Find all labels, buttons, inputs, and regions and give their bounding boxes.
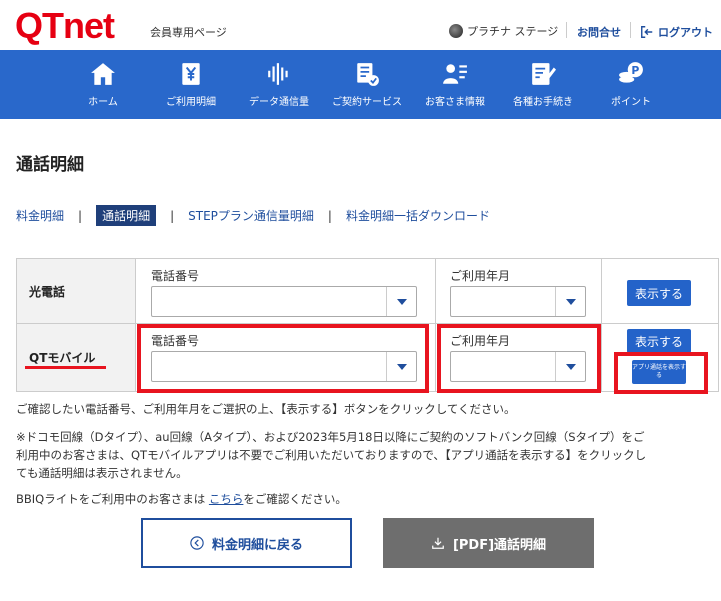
page-title: 通話明細 <box>16 155 84 175</box>
highlight-box <box>137 324 429 393</box>
nav-item-contract[interactable]: ご契約サービス <box>322 50 412 119</box>
stage-label: プラチナ ステージ <box>467 25 559 38</box>
phone-number-select[interactable] <box>151 286 417 317</box>
user-info-icon <box>443 64 467 84</box>
platinum-stage-icon <box>449 24 463 38</box>
phone-number-label: 電話番号 <box>151 269 200 283</box>
pdf-call-details-button[interactable]: [PDF]通話明細 <box>383 518 594 568</box>
stage-badge: プラチナ ステージ <box>449 23 558 39</box>
tab-separator: | <box>327 208 332 223</box>
bbiq-note: BBIQライトをご利用中のお客さまは こちらをご確認ください。 <box>16 490 347 508</box>
chevron-down-icon <box>396 298 407 305</box>
nav-item-label: 各種お手続き <box>513 97 573 108</box>
row-label-qt-mobile: QTモバイル <box>17 324 135 391</box>
table-row: 光電話 電話番号 ご利用年月 表示する <box>16 258 719 324</box>
dropdown-arrow <box>555 287 585 316</box>
usage-month-label: ご利用年月 <box>450 269 511 283</box>
sub-tabs: 料金明細 | 通話明細 | STEPプラン通信量明細 | 料金明細一括ダウンロー… <box>16 205 490 226</box>
nav-item-label: ご利用明細 <box>166 97 216 108</box>
nav-item-billing[interactable]: ご利用明細 <box>146 50 236 119</box>
tab-separator: | <box>170 208 175 223</box>
tab-call-details[interactable]: 通話明細 <box>96 205 157 226</box>
bbiq-prefix: BBIQライトをご利用中のお客さまは <box>16 492 206 506</box>
qtnet-logo[interactable]: QTnet <box>15 8 115 44</box>
tab-billing-details[interactable]: 料金明細 <box>16 207 64 224</box>
highlight-box <box>437 324 601 393</box>
nav-item-home[interactable]: ホーム <box>58 50 148 119</box>
nav-item-label: データ通信量 <box>249 97 309 108</box>
top-header: QTnet 会員専用ページ プラチナ ステージ お問合せ ログアウト <box>0 0 721 50</box>
header-divider <box>630 22 631 38</box>
logout-label: ログアウト <box>658 26 713 39</box>
instruction-text: ご確認したい電話番号、ご利用年月をご選択の上、【表示する】ボタンをクリックしてく… <box>16 402 516 416</box>
nav-item-label: お客さま情報 <box>425 97 485 108</box>
nav-item-data-usage[interactable]: データ通信量 <box>234 50 324 119</box>
note-line: 利用中のお客さまは、QTモバイルアプリは不要でご利用いただいておりますので、【ア… <box>16 448 647 462</box>
bbiq-suffix: をご確認ください。 <box>243 492 347 506</box>
note-line: ※ドコモ回線（Dタイプ）、au回線（Aタイプ）、および2023年5月18日以降に… <box>16 430 645 444</box>
tab-step-plan-usage[interactable]: STEPプラン通信量明細 <box>188 207 314 224</box>
show-button[interactable]: 表示する <box>627 280 691 306</box>
yen-document-icon <box>182 63 200 85</box>
show-button[interactable]: 表示する <box>627 329 691 353</box>
phone-number-cell: 電話番号 <box>135 259 435 323</box>
note-line: ても通話明細は表示されません。 <box>16 466 188 480</box>
dropdown-arrow <box>386 287 416 316</box>
svg-text:P: P <box>631 64 639 77</box>
pdf-button-label: [PDF]通話明細 <box>452 537 547 553</box>
tab-separator: | <box>78 208 83 223</box>
back-button-label: 料金明細に戻る <box>211 537 303 553</box>
waveform-icon <box>268 63 288 85</box>
usage-month-select[interactable] <box>450 286 586 317</box>
form-edit-icon <box>532 63 556 85</box>
points-coin-icon: P <box>619 62 643 83</box>
bbiq-link[interactable]: こちら <box>209 492 244 506</box>
download-icon <box>432 537 444 549</box>
contract-icon <box>357 63 379 86</box>
nav-item-label: ご契約サービス <box>332 97 402 108</box>
tab-bulk-download[interactable]: 料金明細一括ダウンロード <box>346 207 490 224</box>
header-divider <box>566 22 567 38</box>
home-icon <box>91 63 115 85</box>
back-to-billing-button[interactable]: 料金明細に戻る <box>141 518 352 568</box>
main-nav: ホーム ご利用明細 データ通信量 ご契約サービス お客さま情報 各種お手続き P… <box>0 50 721 119</box>
row-label-hikari-denwa: 光電話 <box>17 259 135 323</box>
usage-month-cell: ご利用年月 <box>435 259 601 323</box>
nav-item-customer-info[interactable]: お客さま情報 <box>410 50 500 119</box>
highlight-box <box>614 352 708 394</box>
logout-link[interactable]: ログアウト <box>640 24 713 40</box>
nav-item-procedures[interactable]: 各種お手続き <box>498 50 588 119</box>
logout-icon <box>641 26 653 38</box>
highlight-underline <box>25 366 106 369</box>
member-page-label: 会員専用ページ <box>150 26 227 39</box>
nav-item-points[interactable]: P ポイント <box>586 50 676 119</box>
chevron-down-icon <box>565 298 576 305</box>
contact-link[interactable]: お問合せ <box>577 24 621 40</box>
chevron-left-circle-icon <box>190 536 204 550</box>
nav-item-label: ホーム <box>88 97 118 108</box>
action-cell: 表示する <box>601 259 720 323</box>
nav-item-label: ポイント <box>611 97 651 108</box>
